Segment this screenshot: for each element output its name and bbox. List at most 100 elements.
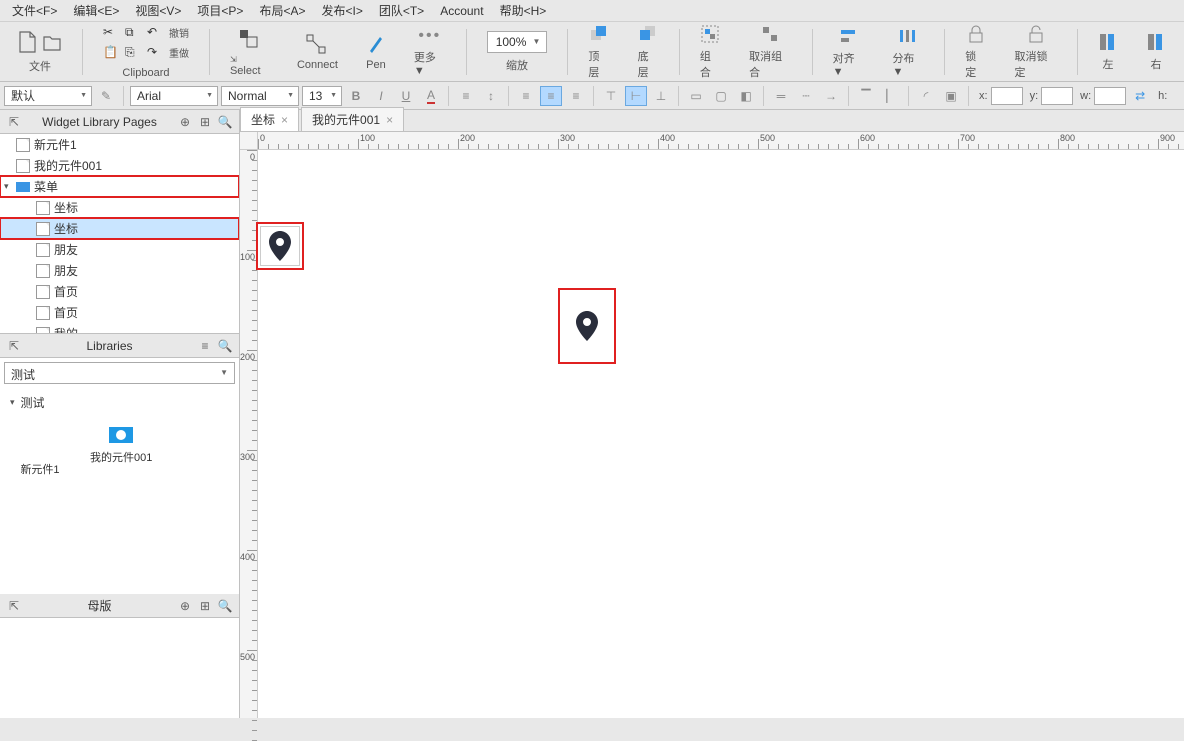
padding-icon[interactable]: ▣ xyxy=(940,86,962,106)
search-icon[interactable]: 🔍 xyxy=(217,338,233,354)
align-right-text-icon[interactable]: ≡ xyxy=(565,86,587,106)
menu-edit[interactable]: 编辑<E> xyxy=(65,0,127,21)
x-input[interactable] xyxy=(991,87,1023,105)
line-width-icon[interactable]: ═ xyxy=(770,86,792,106)
font-dropdown[interactable]: Arial xyxy=(130,86,218,106)
cut-icon[interactable]: ✂ xyxy=(103,25,123,43)
page-tab[interactable]: 坐标× xyxy=(240,107,299,131)
library-items: 新元件1 我的元件001 xyxy=(0,417,239,487)
tree-item[interactable]: 朋友 xyxy=(0,239,239,260)
lib-thumb-blank xyxy=(20,427,60,455)
menu-icon[interactable]: ≡ xyxy=(197,338,213,354)
line-style-icon[interactable]: ┄ xyxy=(795,86,817,106)
w-input[interactable] xyxy=(1094,87,1126,105)
left-panel: ⇱ Widget Library Pages ⊕ ⊞ 🔍 新元件1我的元件001… xyxy=(0,110,240,718)
tree-item[interactable]: 我的 xyxy=(0,323,239,334)
collapse-icon[interactable]: ⇱ xyxy=(6,598,22,614)
bullet-icon[interactable]: ≡ xyxy=(455,86,477,106)
library-section[interactable]: ▾ 测试 xyxy=(0,388,239,417)
toolbar-align-group[interactable]: 对齐▼ xyxy=(825,22,873,82)
undo-icon[interactable]: ↶ xyxy=(147,25,167,43)
weight-dropdown[interactable]: Normal xyxy=(221,86,299,106)
canvas-location-widget[interactable] xyxy=(560,290,614,362)
paste2-icon[interactable]: ⎘ xyxy=(125,45,145,63)
bold-icon[interactable]: B xyxy=(345,86,367,106)
new-file-icon[interactable] xyxy=(18,30,38,54)
link-wh-icon[interactable]: ⇄ xyxy=(1129,86,1151,106)
search-icon[interactable]: 🔍 xyxy=(217,598,233,614)
size-dropdown[interactable]: 13 xyxy=(302,86,342,106)
canvas[interactable] xyxy=(258,150,1184,718)
menu-help[interactable]: 帮助<H> xyxy=(492,0,555,21)
toolbar-distribute-group[interactable]: 分布▼ xyxy=(884,22,932,82)
toolbar-top-group[interactable]: 顶层 xyxy=(580,20,617,84)
page-tab[interactable]: 我的元件001× xyxy=(301,107,404,131)
toolbar-bottom-group[interactable]: 底层 xyxy=(630,20,667,84)
align-center-text-icon[interactable]: ≡ xyxy=(540,86,562,106)
tree-item[interactable]: 首页 xyxy=(0,281,239,302)
toolbar-lock-group[interactable]: 锁定 xyxy=(957,20,994,84)
arrow-icon[interactable]: → xyxy=(820,86,842,106)
line-spacing-icon[interactable]: ↕ xyxy=(480,86,502,106)
border-side-icon[interactable]: ▏ xyxy=(880,86,902,106)
valign-middle-icon[interactable]: ⊢ xyxy=(625,86,647,106)
add-folder-icon[interactable]: ⊞ xyxy=(197,114,213,130)
fill-color-icon[interactable]: ▭ xyxy=(685,86,707,106)
floating-pin-widget[interactable] xyxy=(260,226,300,266)
text-color-icon[interactable]: A xyxy=(420,86,442,106)
search-icon[interactable]: 🔍 xyxy=(217,114,233,130)
collapse-icon[interactable]: ⇱ xyxy=(6,114,22,130)
toolbar-unlock-group[interactable]: 取消锁定 xyxy=(1006,20,1065,84)
zoom-select[interactable]: 100% xyxy=(487,31,548,53)
menu-view[interactable]: 视图<V> xyxy=(127,0,189,21)
y-input[interactable] xyxy=(1041,87,1073,105)
tree-item[interactable]: 首页 xyxy=(0,302,239,323)
open-file-icon[interactable] xyxy=(42,30,62,54)
copy-icon[interactable]: ⧉ xyxy=(125,25,145,43)
tree-item[interactable]: ▾菜单 xyxy=(0,176,239,197)
menu-team[interactable]: 团队<T> xyxy=(371,0,432,21)
toolbar-pen-group[interactable]: Pen xyxy=(358,29,394,75)
menu-arrange[interactable]: 布局<A> xyxy=(251,0,313,21)
close-icon[interactable]: × xyxy=(281,113,288,127)
border-top-icon[interactable]: ▔ xyxy=(855,86,877,106)
tree-item[interactable]: 坐标 xyxy=(0,218,239,239)
add-page-icon[interactable]: ⊕ xyxy=(177,114,193,130)
tree-item[interactable]: 新元件1 xyxy=(0,134,239,155)
library-select[interactable]: 测试 xyxy=(4,362,235,384)
shadow-icon[interactable]: ◧ xyxy=(735,86,757,106)
align-left-text-icon[interactable]: ≡ xyxy=(515,86,537,106)
tree-item[interactable]: 我的元件001 xyxy=(0,155,239,176)
menu-project[interactable]: 项目<P> xyxy=(189,0,251,21)
close-icon[interactable]: × xyxy=(386,113,393,127)
valign-bottom-icon[interactable]: ⊥ xyxy=(650,86,672,106)
toolbar-select-group[interactable]: ⇲ Select xyxy=(222,23,277,81)
toolbar-group-group[interactable]: 组合 xyxy=(692,20,729,84)
style-dropdown[interactable]: 默认 xyxy=(4,86,92,106)
valign-top-icon[interactable]: ⊤ xyxy=(600,86,622,106)
menu-file[interactable]: 文件<F> xyxy=(4,0,65,21)
border-color-icon[interactable]: ▢ xyxy=(710,86,732,106)
underline-icon[interactable]: U xyxy=(395,86,417,106)
menu-account[interactable]: Account xyxy=(432,2,491,20)
toolbar-left-group[interactable]: 左 xyxy=(1090,28,1126,76)
toolbar-more-group[interactable]: ••• 更多▼ xyxy=(406,23,454,81)
library-item[interactable]: 新元件1 xyxy=(20,427,60,477)
file-icon xyxy=(36,222,50,236)
add-folder-icon[interactable]: ⊞ xyxy=(197,598,213,614)
toolbar-connect-group[interactable]: Connect xyxy=(289,29,346,75)
style-edit-icon[interactable]: ✎ xyxy=(95,86,117,106)
redo-icon[interactable]: ↷ xyxy=(147,45,167,63)
tree-item[interactable]: 朋友 xyxy=(0,260,239,281)
library-item[interactable]: 我的元件001 xyxy=(90,427,152,477)
toolbar-right-group[interactable]: 右 xyxy=(1138,28,1174,76)
collapse-icon[interactable]: ⇱ xyxy=(6,338,22,354)
corner-icon[interactable]: ◜ xyxy=(915,86,937,106)
toolbar-ungroup-group[interactable]: 取消组合 xyxy=(741,20,800,84)
add-master-icon[interactable]: ⊕ xyxy=(177,598,193,614)
toolbar-sep xyxy=(82,29,83,75)
menu-publish[interactable]: 发布<I> xyxy=(313,0,370,21)
tree-item[interactable]: 坐标 xyxy=(0,197,239,218)
italic-icon[interactable]: I xyxy=(370,86,392,106)
paste-icon[interactable]: 📋 xyxy=(103,45,123,63)
